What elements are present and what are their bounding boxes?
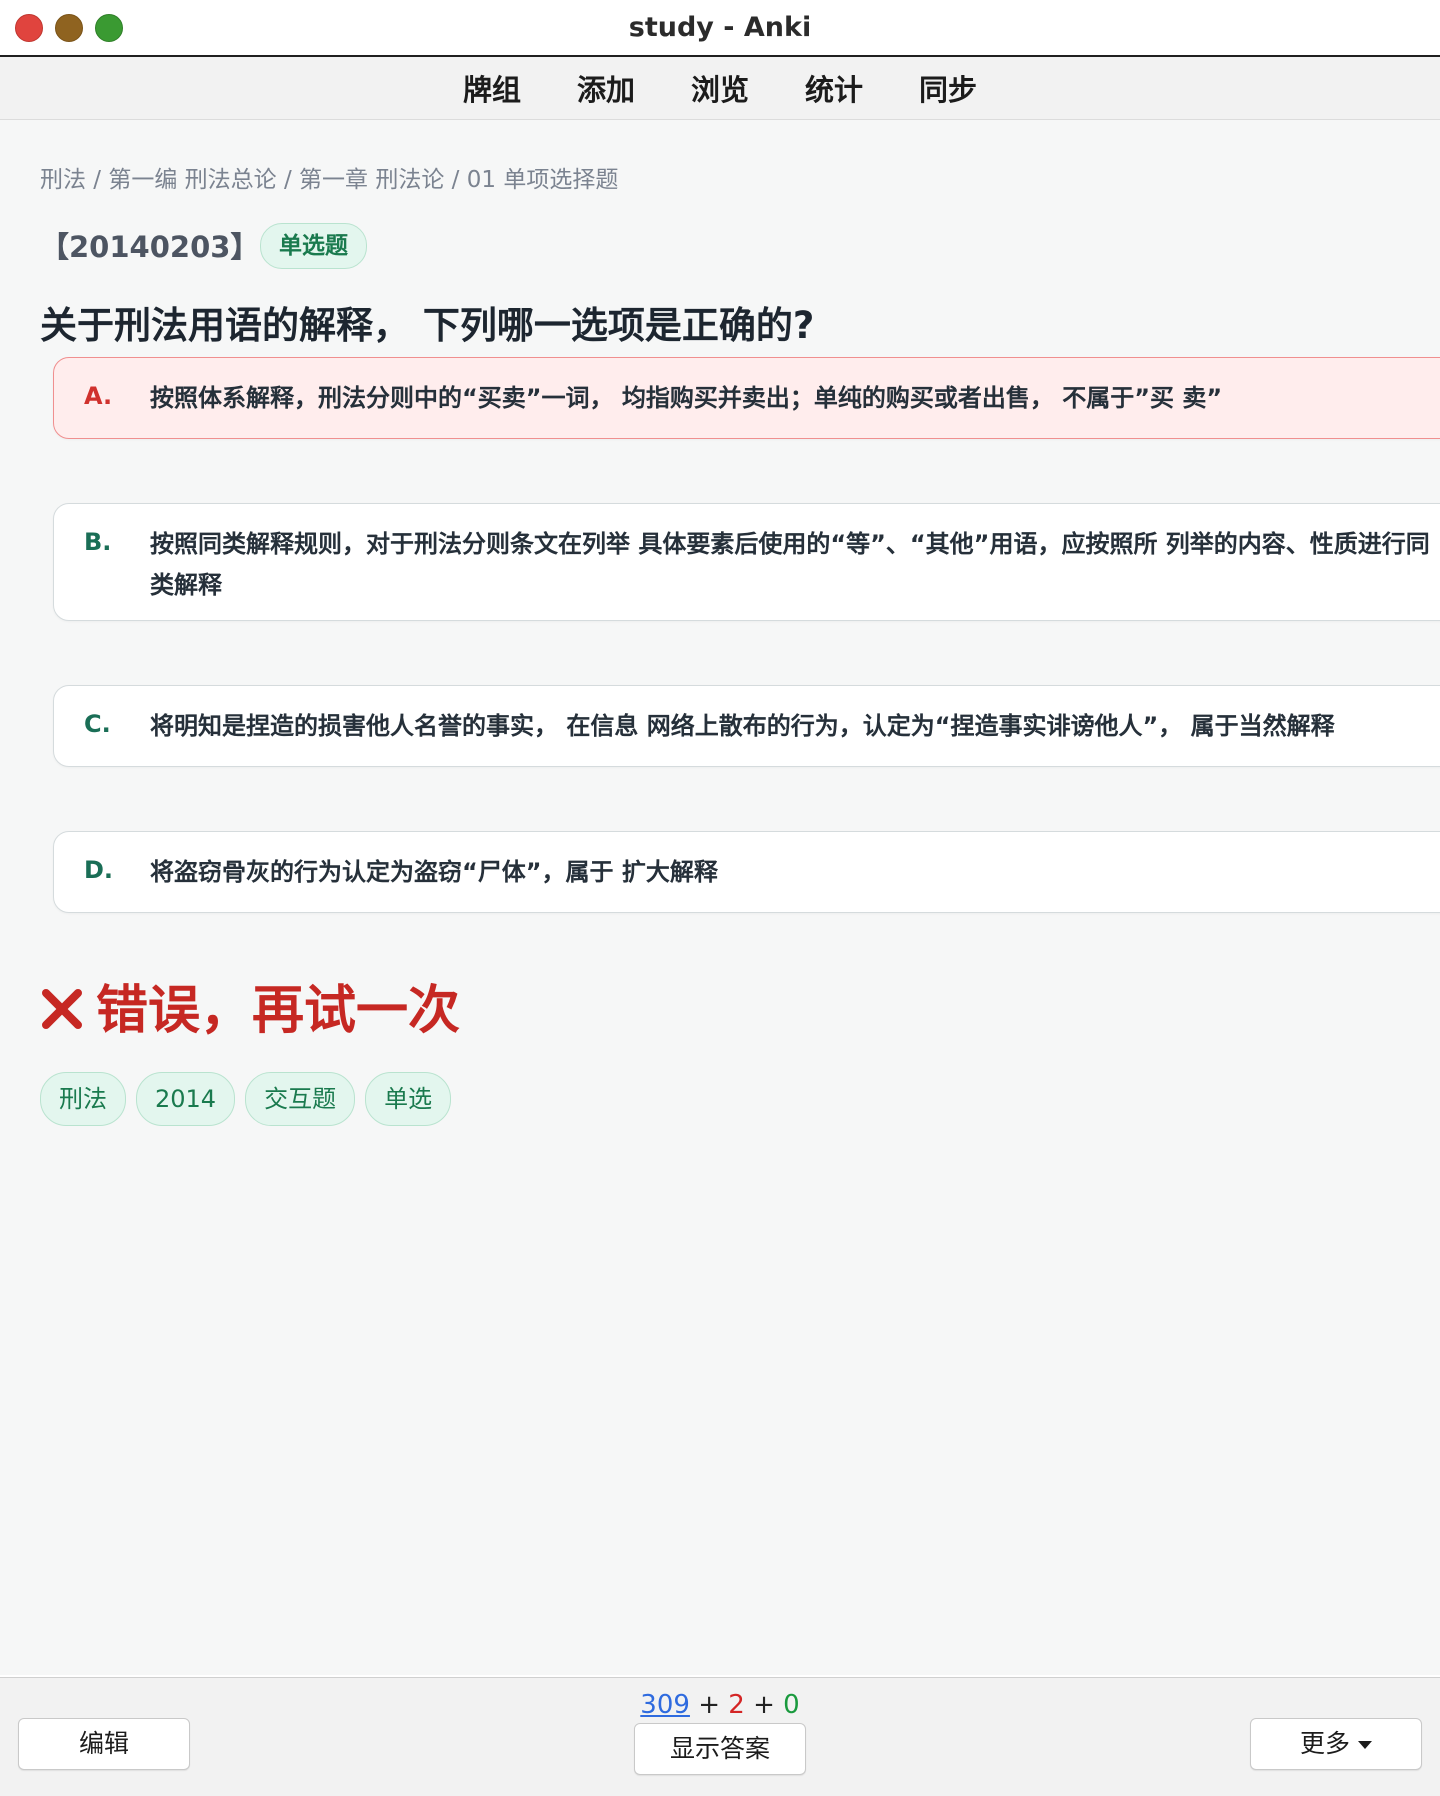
option-letter: D. <box>84 856 114 884</box>
review-bottombar: 309 + 2 + 0 编辑 显示答案 更多 <box>0 1677 1440 1796</box>
more-button-label: 更多 <box>1299 1729 1350 1758</box>
feedback-text: 错误，再试一次 <box>96 981 461 1041</box>
card-tags: 刑法 2014 交互题 单选 <box>40 1072 452 1126</box>
toolbar-browse[interactable]: 浏览 <box>691 67 749 109</box>
option-letter: B. <box>84 528 112 556</box>
tag-item[interactable]: 交互题 <box>245 1072 356 1126</box>
learn-count: 2 <box>728 1690 745 1720</box>
due-counts: 309 + 2 + 0 <box>0 1690 1440 1720</box>
tag-item[interactable]: 刑法 <box>40 1072 126 1126</box>
card-content: 刑法 / 第一编 刑法总论 / 第一章 刑法论 / 01 单项选择题 【2014… <box>0 120 1440 1675</box>
close-icon <box>40 984 84 1029</box>
toolbar-add[interactable]: 添加 <box>577 67 635 109</box>
option-text: 将盗窃骨灰的行为认定为盗窃“尸体”，属于 扩大解释 <box>150 858 718 886</box>
count-separator: + <box>698 1690 720 1720</box>
toolbar-decks[interactable]: 牌组 <box>463 67 521 109</box>
option-c[interactable]: C. 将明知是捏造的损害他人名誉的事实， 在信息 网络上散布的行为，认定为“捏造… <box>53 685 1440 767</box>
question-type-badge: 单选题 <box>260 223 367 269</box>
option-a[interactable]: A. 按照体系解释，刑法分则中的“买卖”一词， 均指购买并卖出；单纯的购买或者出… <box>53 357 1440 439</box>
window-title: study - Anki <box>628 12 812 43</box>
option-d[interactable]: D. 将盗窃骨灰的行为认定为盗窃“尸体”，属于 扩大解释 <box>53 831 1440 913</box>
more-button[interactable]: 更多 <box>1250 1718 1422 1770</box>
question-id: 【20140203】 <box>40 230 260 264</box>
option-text: 将明知是捏造的损害他人名誉的事实， 在信息 网络上散布的行为，认定为“捏造事实诽… <box>150 712 1335 740</box>
review-count: 0 <box>783 1690 800 1720</box>
option-text: 按照同类解释规则，对于刑法分则条文在列举 具体要素后使用的“等”、“其他”用语，… <box>150 530 1430 599</box>
option-letter: C. <box>84 710 111 738</box>
new-count[interactable]: 309 <box>640 1690 690 1720</box>
option-text: 按照体系解释，刑法分则中的“买卖”一词， 均指购买并卖出；单纯的购买或者出售， … <box>150 384 1223 412</box>
question-text: 关于刑法用语的解释， 下列哪一选项是正确的? <box>40 304 815 347</box>
tag-item[interactable]: 2014 <box>136 1072 236 1126</box>
toolbar-sync[interactable]: 同步 <box>919 67 977 109</box>
main-toolbar: 牌组 添加 浏览 统计 同步 <box>0 57 1440 120</box>
option-letter: A. <box>84 382 113 410</box>
chevron-down-icon <box>1358 1741 1372 1749</box>
tag-item[interactable]: 单选 <box>365 1072 452 1126</box>
answer-feedback: 错误，再试一次 <box>40 968 460 1043</box>
toolbar-stats[interactable]: 统计 <box>805 67 863 109</box>
window-titlebar: study - Anki <box>0 0 1440 57</box>
count-separator: + <box>753 1690 775 1720</box>
option-b[interactable]: B. 按照同类解释规则，对于刑法分则条文在列举 具体要素后使用的“等”、“其他”… <box>53 503 1440 621</box>
show-answer-button[interactable]: 显示答案 <box>634 1723 806 1775</box>
edit-button[interactable]: 编辑 <box>18 1718 190 1770</box>
deck-breadcrumb: 刑法 / 第一编 刑法总论 / 第一章 刑法论 / 01 单项选择题 <box>40 167 619 193</box>
